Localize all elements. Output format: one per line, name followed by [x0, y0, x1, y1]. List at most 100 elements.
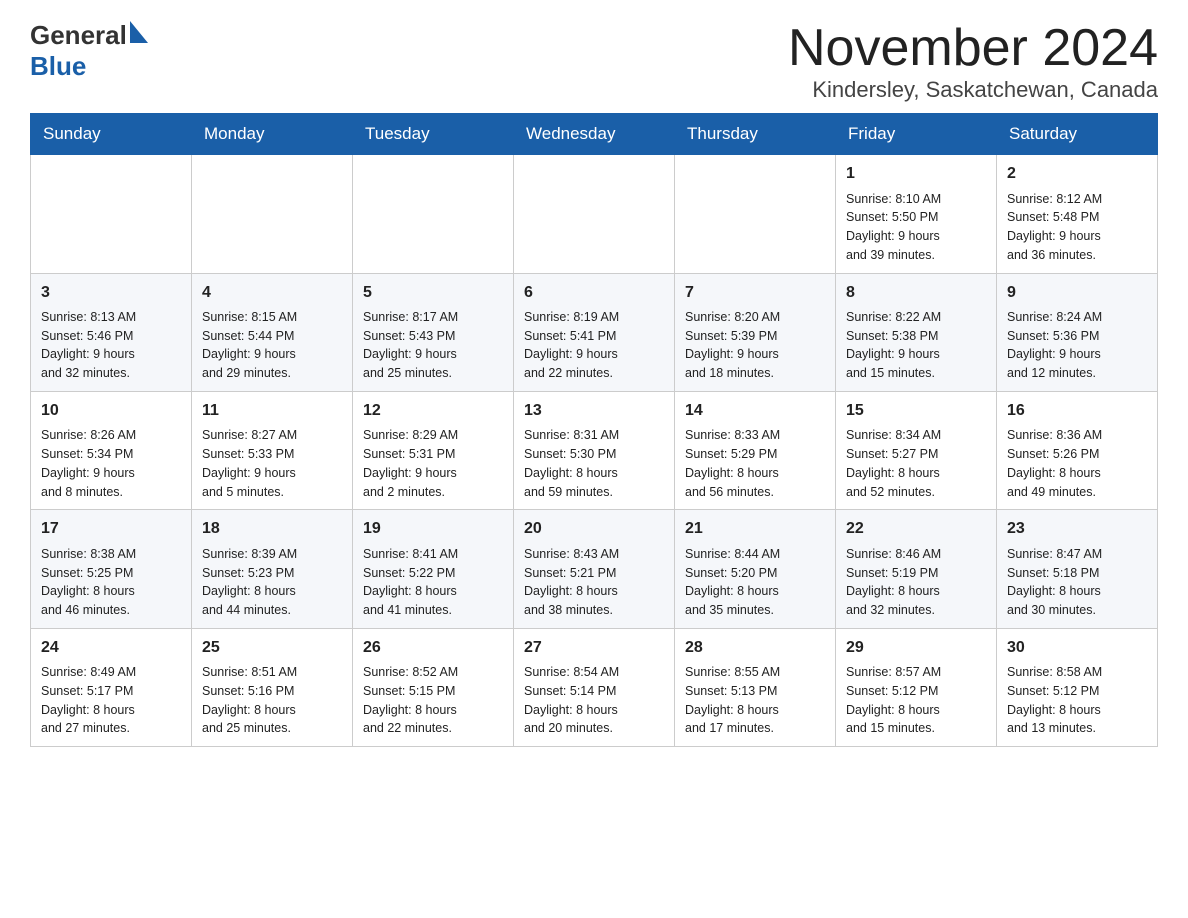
calendar-cell — [31, 155, 192, 273]
day-number: 6 — [524, 282, 664, 304]
day-number: 10 — [41, 400, 181, 422]
day-number: 13 — [524, 400, 664, 422]
calendar-cell: 19 Sunrise: 8:41 AM Sunset: 5:22 PM Dayli… — [353, 510, 514, 628]
calendar-cell: 14 Sunrise: 8:33 AM Sunset: 5:29 PM Dayli… — [675, 391, 836, 509]
day-number: 8 — [846, 282, 986, 304]
calendar-cell: 16 Sunrise: 8:36 AM Sunset: 5:26 PM Dayli… — [997, 391, 1158, 509]
day-info: Sunrise: 8:19 AM Sunset: 5:41 PM Dayligh… — [524, 308, 664, 383]
calendar-table: SundayMondayTuesdayWednesdayThursdayFrid… — [30, 113, 1158, 747]
day-number: 14 — [685, 400, 825, 422]
logo-general-text: General — [30, 20, 127, 51]
weekday-header-friday: Friday — [836, 114, 997, 155]
day-number: 1 — [846, 163, 986, 185]
day-number: 19 — [363, 518, 503, 540]
calendar-cell: 18 Sunrise: 8:39 AM Sunset: 5:23 PM Dayli… — [192, 510, 353, 628]
calendar-cell: 27 Sunrise: 8:54 AM Sunset: 5:14 PM Dayli… — [514, 628, 675, 746]
logo: General Blue — [30, 20, 148, 82]
day-number: 24 — [41, 637, 181, 659]
logo-blue-text: Blue — [30, 51, 86, 81]
day-info: Sunrise: 8:33 AM Sunset: 5:29 PM Dayligh… — [685, 426, 825, 501]
calendar-cell: 8 Sunrise: 8:22 AM Sunset: 5:38 PM Daylig… — [836, 273, 997, 391]
day-info: Sunrise: 8:15 AM Sunset: 5:44 PM Dayligh… — [202, 308, 342, 383]
day-number: 5 — [363, 282, 503, 304]
calendar-cell: 2 Sunrise: 8:12 AM Sunset: 5:48 PM Daylig… — [997, 155, 1158, 273]
calendar-cell: 5 Sunrise: 8:17 AM Sunset: 5:43 PM Daylig… — [353, 273, 514, 391]
day-number: 18 — [202, 518, 342, 540]
day-info: Sunrise: 8:54 AM Sunset: 5:14 PM Dayligh… — [524, 663, 664, 738]
day-info: Sunrise: 8:46 AM Sunset: 5:19 PM Dayligh… — [846, 545, 986, 620]
day-number: 4 — [202, 282, 342, 304]
day-number: 20 — [524, 518, 664, 540]
calendar-cell: 12Sunrise: 8:29 AM Sunset: 5:31 PM Dayli… — [353, 391, 514, 509]
day-info: Sunrise: 8:49 AM Sunset: 5:17 PM Dayligh… — [41, 663, 181, 738]
day-info: Sunrise: 8:17 AM Sunset: 5:43 PM Dayligh… — [363, 308, 503, 383]
location-title: Kindersley, Saskatchewan, Canada — [788, 77, 1158, 103]
calendar-cell: 11 Sunrise: 8:27 AM Sunset: 5:33 PM Dayli… — [192, 391, 353, 509]
calendar-cell: 17Sunrise: 8:38 AM Sunset: 5:25 PM Dayli… — [31, 510, 192, 628]
day-info: Sunrise: 8:34 AM Sunset: 5:27 PM Dayligh… — [846, 426, 986, 501]
day-info: Sunrise: 8:36 AM Sunset: 5:26 PM Dayligh… — [1007, 426, 1147, 501]
day-info: Sunrise: 8:39 AM Sunset: 5:23 PM Dayligh… — [202, 545, 342, 620]
day-number: 21 — [685, 518, 825, 540]
logo-chevron-icon — [130, 21, 148, 48]
calendar-cell: 29 Sunrise: 8:57 AM Sunset: 5:12 PM Dayli… — [836, 628, 997, 746]
week-row-4: 17Sunrise: 8:38 AM Sunset: 5:25 PM Dayli… — [31, 510, 1158, 628]
calendar-cell: 28Sunrise: 8:55 AM Sunset: 5:13 PM Dayli… — [675, 628, 836, 746]
calendar-cell: 20 Sunrise: 8:43 AM Sunset: 5:21 PM Dayli… — [514, 510, 675, 628]
calendar-cell: 30Sunrise: 8:58 AM Sunset: 5:12 PM Dayli… — [997, 628, 1158, 746]
day-info: Sunrise: 8:58 AM Sunset: 5:12 PM Dayligh… — [1007, 663, 1147, 738]
day-info: Sunrise: 8:44 AM Sunset: 5:20 PM Dayligh… — [685, 545, 825, 620]
calendar-cell: 23Sunrise: 8:47 AM Sunset: 5:18 PM Dayli… — [997, 510, 1158, 628]
calendar-cell: 25Sunrise: 8:51 AM Sunset: 5:16 PM Dayli… — [192, 628, 353, 746]
day-info: Sunrise: 8:27 AM Sunset: 5:33 PM Dayligh… — [202, 426, 342, 501]
day-info: Sunrise: 8:26 AM Sunset: 5:34 PM Dayligh… — [41, 426, 181, 501]
day-info: Sunrise: 8:20 AM Sunset: 5:39 PM Dayligh… — [685, 308, 825, 383]
day-number: 27 — [524, 637, 664, 659]
day-number: 3 — [41, 282, 181, 304]
day-info: Sunrise: 8:55 AM Sunset: 5:13 PM Dayligh… — [685, 663, 825, 738]
day-number: 25 — [202, 637, 342, 659]
weekday-header-thursday: Thursday — [675, 114, 836, 155]
day-info: Sunrise: 8:43 AM Sunset: 5:21 PM Dayligh… — [524, 545, 664, 620]
calendar-cell: 10 Sunrise: 8:26 AM Sunset: 5:34 PM Dayli… — [31, 391, 192, 509]
calendar-cell: 1 Sunrise: 8:10 AM Sunset: 5:50 PM Daylig… — [836, 155, 997, 273]
day-info: Sunrise: 8:57 AM Sunset: 5:12 PM Dayligh… — [846, 663, 986, 738]
day-number: 26 — [363, 637, 503, 659]
day-number: 17 — [41, 518, 181, 540]
calendar-cell: 15 Sunrise: 8:34 AM Sunset: 5:27 PM Dayli… — [836, 391, 997, 509]
day-number: 11 — [202, 400, 342, 422]
calendar-cell: 21 Sunrise: 8:44 AM Sunset: 5:20 PM Dayli… — [675, 510, 836, 628]
day-info: Sunrise: 8:12 AM Sunset: 5:48 PM Dayligh… — [1007, 190, 1147, 265]
calendar-cell: 9Sunrise: 8:24 AM Sunset: 5:36 PM Daylig… — [997, 273, 1158, 391]
day-info: Sunrise: 8:41 AM Sunset: 5:22 PM Dayligh… — [363, 545, 503, 620]
week-row-1: 1 Sunrise: 8:10 AM Sunset: 5:50 PM Daylig… — [31, 155, 1158, 273]
weekday-header-sunday: Sunday — [31, 114, 192, 155]
day-info: Sunrise: 8:10 AM Sunset: 5:50 PM Dayligh… — [846, 190, 986, 265]
title-area: November 2024 Kindersley, Saskatchewan, … — [788, 20, 1158, 103]
weekday-header-tuesday: Tuesday — [353, 114, 514, 155]
day-info: Sunrise: 8:29 AM Sunset: 5:31 PM Dayligh… — [363, 426, 503, 501]
week-row-3: 10 Sunrise: 8:26 AM Sunset: 5:34 PM Dayli… — [31, 391, 1158, 509]
day-number: 16 — [1007, 400, 1147, 422]
calendar-cell: 7 Sunrise: 8:20 AM Sunset: 5:39 PM Daylig… — [675, 273, 836, 391]
calendar-cell: 22 Sunrise: 8:46 AM Sunset: 5:19 PM Dayli… — [836, 510, 997, 628]
calendar-cell — [192, 155, 353, 273]
day-info: Sunrise: 8:31 AM Sunset: 5:30 PM Dayligh… — [524, 426, 664, 501]
day-number: 23 — [1007, 518, 1147, 540]
calendar-cell: 26Sunrise: 8:52 AM Sunset: 5:15 PM Dayli… — [353, 628, 514, 746]
calendar-cell: 24 Sunrise: 8:49 AM Sunset: 5:17 PM Dayli… — [31, 628, 192, 746]
day-number: 7 — [685, 282, 825, 304]
week-row-2: 3Sunrise: 8:13 AM Sunset: 5:46 PM Daylig… — [31, 273, 1158, 391]
week-row-5: 24 Sunrise: 8:49 AM Sunset: 5:17 PM Dayli… — [31, 628, 1158, 746]
calendar-cell: 4 Sunrise: 8:15 AM Sunset: 5:44 PM Daylig… — [192, 273, 353, 391]
day-number: 22 — [846, 518, 986, 540]
month-title: November 2024 — [788, 20, 1158, 77]
calendar-cell: 13 Sunrise: 8:31 AM Sunset: 5:30 PM Dayli… — [514, 391, 675, 509]
day-number: 29 — [846, 637, 986, 659]
page-header: General Blue November 2024 Kindersley, S… — [30, 20, 1158, 103]
weekday-header-wednesday: Wednesday — [514, 114, 675, 155]
day-number: 2 — [1007, 163, 1147, 185]
calendar-cell — [514, 155, 675, 273]
day-info: Sunrise: 8:22 AM Sunset: 5:38 PM Dayligh… — [846, 308, 986, 383]
day-number: 15 — [846, 400, 986, 422]
